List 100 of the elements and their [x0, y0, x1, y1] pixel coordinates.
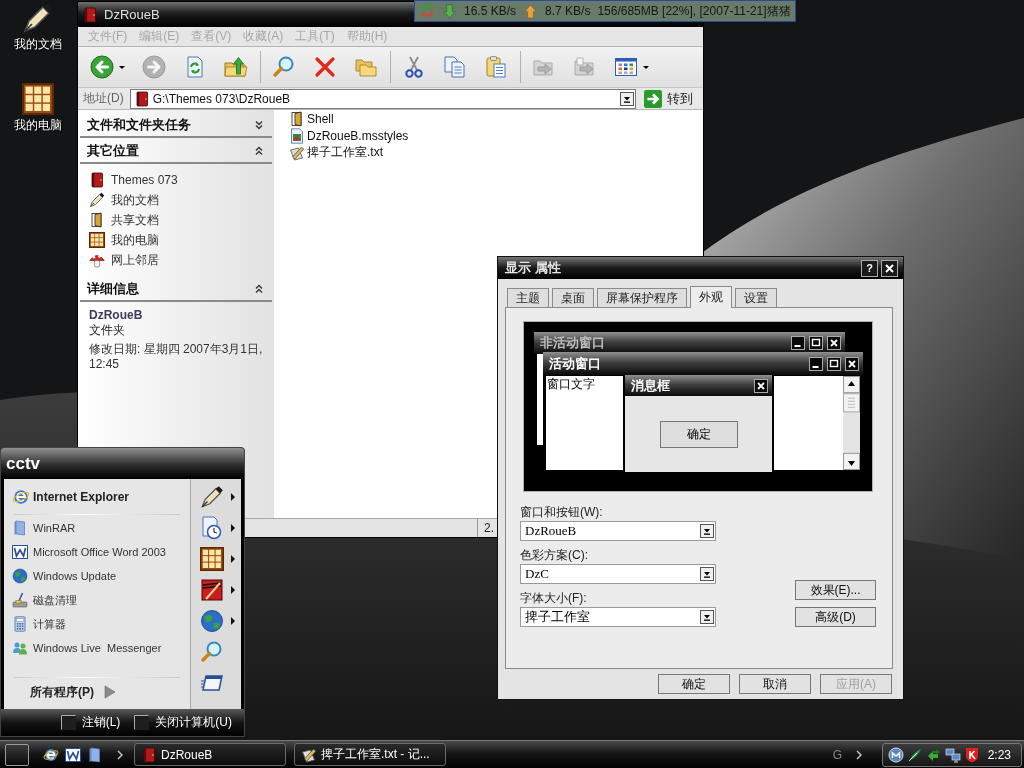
e-logo-icon[interactable] [43, 746, 59, 763]
chevrons-down-icon[interactable] [254, 120, 264, 130]
field-label: 字体大小(F): [520, 590, 587, 606]
pane-link[interactable]: 共享文档 [89, 210, 159, 230]
m-circle-icon[interactable] [888, 746, 904, 763]
submenu-arrow-icon [231, 616, 235, 625]
folder-arrow-icon [573, 55, 597, 79]
cycle-arrows-icon [419, 3, 435, 19]
start-menu-item[interactable]: Internet Explorer [12, 485, 130, 509]
tab[interactable]: 屏幕保护程序 [597, 288, 687, 307]
advanced-button[interactable]: 高级(D) [795, 607, 876, 627]
preview-window-title: 消息框 [631, 376, 670, 395]
document-icon[interactable] [87, 746, 103, 763]
submenu-arrow-icon [231, 492, 235, 501]
chevron-right-icon[interactable] [117, 749, 123, 760]
submenu-arrow-icon [231, 554, 235, 563]
taskbar-button[interactable]: 捭子工作室.txt - 记... [294, 743, 446, 766]
pen-icon[interactable] [22, 2, 54, 34]
tab[interactable]: 主题 [507, 288, 549, 307]
ok-button[interactable]: 确定 [658, 674, 730, 694]
cancel-button[interactable]: 取消 [739, 674, 811, 694]
tab[interactable]: 外观 [690, 286, 732, 308]
memory-status: 156/685MB [22%], [2007-11-21]猪猪 [597, 2, 791, 20]
field-label: 色彩方案(C): [520, 547, 588, 563]
file-item[interactable]: DzRoueB.msstyles [289, 127, 409, 144]
dropdown-field[interactable]: DzRoueB [520, 521, 716, 541]
pane-link[interactable]: 我的文档 [89, 190, 159, 210]
minimize-icon [809, 356, 823, 371]
file-item[interactable]: 捭子工作室.txt [289, 144, 383, 161]
pane-link[interactable]: 网上邻居 [89, 250, 159, 270]
book-icon [89, 172, 105, 188]
start-button[interactable] [5, 743, 29, 766]
taskbar-button[interactable]: DzRoueB [134, 743, 286, 766]
chevrons-up-icon[interactable] [254, 146, 264, 156]
up-arrow-icon [523, 3, 539, 19]
k-shield-icon[interactable] [964, 746, 980, 763]
log-off-button[interactable]: 注销(L) [60, 714, 121, 731]
start-menu-item[interactable]: Microsoft Office Word 2003 [12, 540, 166, 564]
clock-document-icon [200, 515, 224, 540]
preview-window-title: 非活动窗口 [540, 334, 605, 352]
chevron-right-icon[interactable] [856, 749, 862, 760]
drive-brush-icon [12, 592, 28, 608]
chevrons-up-icon[interactable] [254, 284, 264, 294]
close-icon [827, 336, 841, 350]
close-icon [845, 356, 859, 371]
w-document-icon[interactable] [65, 746, 81, 763]
book-icon [133, 90, 150, 107]
monitors-icon[interactable] [945, 746, 961, 763]
feather-icon[interactable] [907, 746, 923, 763]
arrows-icon[interactable] [926, 746, 942, 763]
close-button[interactable] [881, 259, 898, 277]
tiles-icon [614, 55, 638, 79]
start-menu-item[interactable]: 磁盘清理 [12, 588, 77, 612]
e-logo-icon [12, 488, 30, 506]
details-name: DzRoueB [89, 308, 144, 323]
pane-header[interactable]: 其它位置 [80, 140, 272, 164]
pane-link[interactable]: 我的电脑 [89, 230, 159, 250]
user-name: cctv [6, 453, 41, 474]
all-programs-button[interactable]: 所有程序(P) [12, 682, 116, 702]
dropdown-field[interactable]: 捭子工作室 [520, 607, 716, 627]
upload-speed: 8.7 KB/s [545, 4, 591, 18]
minimize-icon [791, 336, 805, 350]
tab[interactable]: 设置 [735, 288, 777, 307]
grid-icon [200, 546, 224, 571]
tab[interactable]: 桌面 [552, 288, 594, 307]
caret-icon [643, 65, 649, 69]
help-button[interactable]: ? [861, 259, 878, 277]
go-button[interactable]: 转到 [642, 88, 701, 109]
maximize-icon [809, 336, 823, 350]
address-label: 地址(D) [83, 90, 124, 107]
desktop-icon-label[interactable]: 我的文档 [14, 37, 62, 52]
close-icon [754, 378, 768, 393]
pencil-paper-icon [289, 144, 305, 161]
pane-header[interactable]: 文件和文件夹任务 [80, 114, 272, 138]
desktop-icon-label[interactable]: 我的电脑 [14, 118, 62, 133]
start-menu-item[interactable]: Windows Update [12, 564, 117, 588]
window-text-sample: 窗口文字 [546, 376, 623, 470]
address-field[interactable]: G:\Themes 073\DzRoueB [129, 88, 636, 109]
pen-icon [200, 484, 224, 509]
dropdown-field[interactable]: DzC [520, 564, 716, 584]
people-icon [12, 640, 28, 656]
file-item[interactable]: Shell [289, 110, 334, 127]
window-title: DzRoueB [104, 7, 160, 22]
pane-header[interactable]: 详细信息 [80, 278, 272, 302]
pane-link[interactable]: Themes 073 [89, 170, 178, 190]
maximize-icon [827, 356, 841, 371]
preview-button[interactable]: 确定 [659, 420, 738, 448]
start-menu-item[interactable]: 计算器 [12, 612, 66, 636]
square-icon [134, 715, 150, 730]
shut-down-button[interactable]: 关闭计算机(U) [134, 714, 232, 731]
effects-button[interactable]: 效果(E)... [795, 580, 876, 600]
dialog-title: 显示 属性 [505, 259, 561, 277]
triangle-right-icon [104, 685, 116, 699]
search-icon [272, 55, 296, 79]
language-indicator[interactable]: G [832, 747, 842, 762]
pen-icon [89, 192, 105, 208]
start-menu-item[interactable]: WinRAR [12, 516, 76, 540]
start-menu-item[interactable]: Windows Live Messenger [12, 636, 162, 660]
grid-icon[interactable] [22, 83, 54, 115]
clipboard-icon [484, 55, 508, 79]
